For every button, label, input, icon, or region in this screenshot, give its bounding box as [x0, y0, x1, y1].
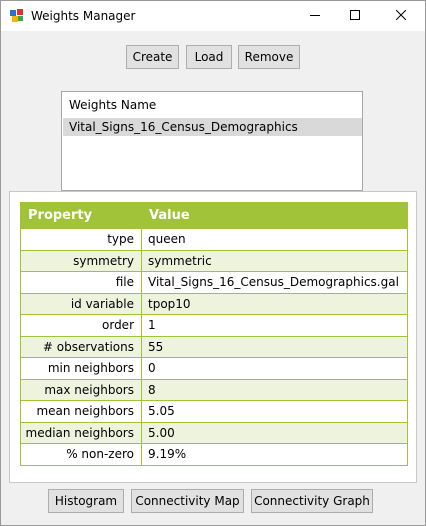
- property-key: type: [20, 228, 142, 251]
- property-key: order: [20, 314, 142, 337]
- remove-button[interactable]: Remove: [238, 45, 300, 69]
- property-key: % non-zero: [20, 443, 142, 466]
- table-row: order 1: [20, 314, 408, 337]
- close-button[interactable]: [381, 1, 421, 31]
- property-value: 55: [141, 335, 408, 358]
- list-header: Weights Name: [69, 98, 157, 112]
- property-key: file: [20, 271, 142, 294]
- maximize-button[interactable]: [335, 1, 375, 31]
- histogram-button[interactable]: Histogram: [48, 489, 124, 513]
- property-key: min neighbors: [20, 357, 142, 380]
- table-row: id variable tpop10: [20, 292, 408, 315]
- connectivity-map-button[interactable]: Connectivity Map: [131, 489, 244, 513]
- property-value: symmetric: [141, 249, 408, 272]
- close-icon: [395, 9, 407, 23]
- title-bar[interactable]: Weights Manager: [1, 1, 425, 31]
- property-key: median neighbors: [20, 421, 142, 444]
- table-row: mean neighbors 5.05: [20, 400, 408, 423]
- properties-panel: Property Value type queen symmetry symme…: [9, 191, 417, 483]
- property-value: 5.00: [141, 421, 408, 444]
- table-row: median neighbors 5.00: [20, 421, 408, 444]
- weights-listbox[interactable]: Weights Name Vital_Signs_16_Census_Demog…: [61, 91, 363, 191]
- property-key: id variable: [20, 292, 142, 315]
- property-value: queen: [141, 228, 408, 251]
- properties-table: Property Value type queen symmetry symme…: [20, 202, 408, 466]
- property-key: symmetry: [20, 249, 142, 272]
- maximize-icon: [350, 9, 360, 23]
- create-button[interactable]: Create: [126, 45, 179, 69]
- minimize-button[interactable]: [295, 1, 335, 31]
- property-value: tpop10: [141, 292, 408, 315]
- table-row: % non-zero 9.19%: [20, 443, 408, 466]
- property-value: Vital_Signs_16_Census_Demographics.gal: [141, 271, 408, 294]
- column-header-value: Value: [141, 202, 408, 229]
- property-value: 1: [141, 314, 408, 337]
- table-row: min neighbors 0: [20, 357, 408, 380]
- connectivity-graph-button[interactable]: Connectivity Graph: [251, 489, 373, 513]
- table-row: type queen: [20, 228, 408, 251]
- property-key: max neighbors: [20, 378, 142, 401]
- property-value: 0: [141, 357, 408, 380]
- weights-manager-window: Weights Manager Create Load Remove Weigh…: [0, 0, 426, 526]
- property-value: 5.05: [141, 400, 408, 423]
- property-key: mean neighbors: [20, 400, 142, 423]
- table-row: max neighbors 8: [20, 378, 408, 401]
- property-key: # observations: [20, 335, 142, 358]
- list-item[interactable]: Vital_Signs_16_Census_Demographics: [63, 118, 362, 136]
- window-title: Weights Manager: [31, 9, 136, 23]
- table-row: file Vital_Signs_16_Census_Demographics.…: [20, 271, 408, 294]
- table-row: symmetry symmetric: [20, 249, 408, 272]
- geoda-icon: [9, 8, 25, 24]
- table-row: # observations 55: [20, 335, 408, 358]
- property-value: 9.19%: [141, 443, 408, 466]
- property-value: 8: [141, 378, 408, 401]
- column-header-property: Property: [20, 202, 142, 229]
- load-button[interactable]: Load: [186, 45, 232, 69]
- minimize-icon: [310, 9, 320, 23]
